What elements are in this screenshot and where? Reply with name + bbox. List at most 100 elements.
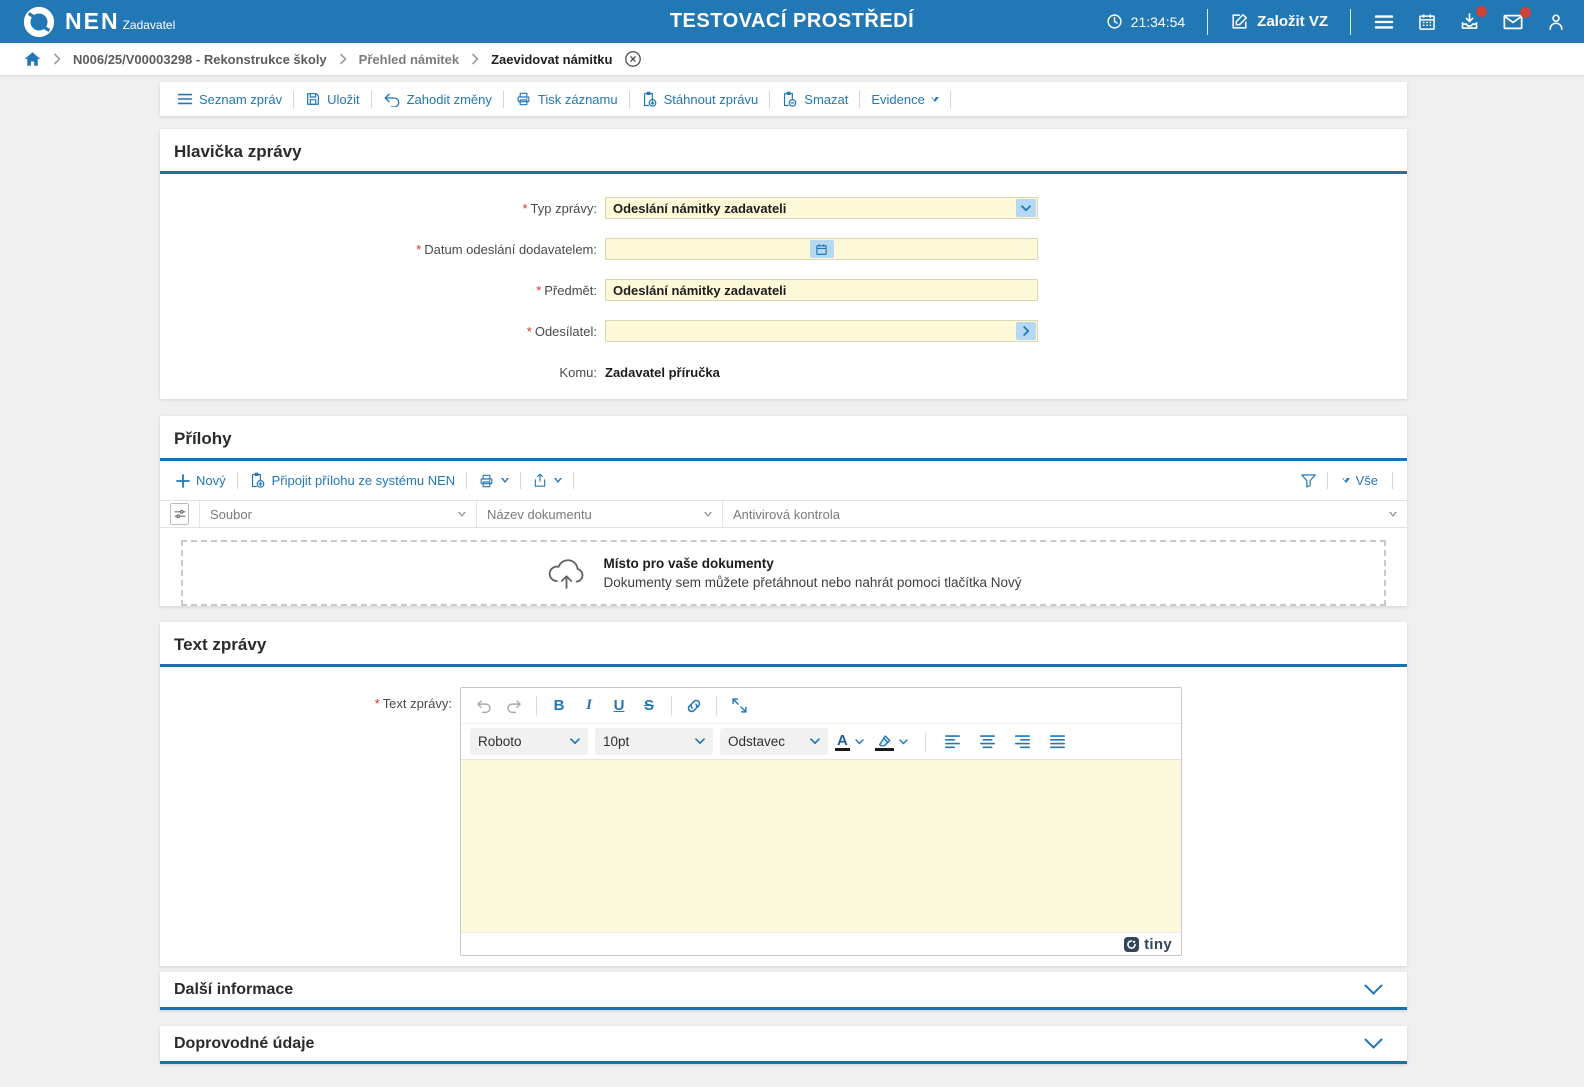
- align-left-icon[interactable]: [939, 728, 967, 756]
- delete-label: Smazat: [804, 92, 848, 107]
- user-profile-button[interactable]: [1546, 12, 1566, 32]
- file-dropzone[interactable]: Místo pro vaše dokumenty Dokumenty sem m…: [181, 540, 1386, 606]
- home-icon[interactable]: [24, 51, 41, 67]
- dropdown-triangle-icon: [501, 478, 509, 483]
- column-header-soubor[interactable]: Soubor: [200, 501, 477, 527]
- editor-toolbar-row1: B I U S: [461, 688, 1181, 724]
- delete-button[interactable]: Smazat: [770, 91, 859, 108]
- document-download-icon: [641, 91, 658, 108]
- highlight-color-chevron-icon[interactable]: [896, 728, 912, 756]
- typ-zpravy-select[interactable]: Odeslání námitky zadavateli: [605, 197, 1038, 219]
- edit-icon: [1230, 12, 1249, 31]
- chevron-down-icon: [1364, 984, 1383, 996]
- column-header-nazev-dokumentu[interactable]: Název dokumentu: [477, 501, 723, 527]
- fullscreen-icon[interactable]: [725, 692, 753, 720]
- breadcrumb-item-overview[interactable]: Přehled námitek: [359, 52, 459, 67]
- font-family-select[interactable]: Roboto: [470, 728, 588, 755]
- section-title: Hlavička zprávy: [160, 129, 1407, 171]
- print-attachments-button[interactable]: [467, 473, 520, 489]
- required-marker: *: [375, 696, 380, 711]
- breadcrumb-item-contract[interactable]: N006/25/V00003298 - Rekonstrukce školy: [73, 52, 327, 67]
- dropdown-triangle-icon: [931, 97, 939, 102]
- chevron-down-icon[interactable]: [1016, 199, 1036, 217]
- notification-badge: [1476, 6, 1487, 17]
- message-list-button[interactable]: Seznam zpráv: [166, 92, 293, 107]
- separator: [671, 696, 672, 716]
- tiny-logo-icon[interactable]: [1124, 937, 1139, 952]
- predmet-input[interactable]: Odeslání námitky zadavateli: [605, 279, 1038, 301]
- typ-zpravy-value: Odeslání námitky zadavateli: [606, 201, 786, 216]
- print-record-label: Tisk záznamu: [538, 92, 618, 107]
- download-message-button[interactable]: Stáhnout zprávu: [630, 91, 770, 108]
- create-vz-button[interactable]: Založit VZ: [1230, 12, 1328, 31]
- save-icon: [305, 91, 321, 107]
- save-button[interactable]: Uložit: [294, 91, 371, 107]
- odesilatel-input[interactable]: [605, 320, 1038, 342]
- notification-badge: [1520, 7, 1531, 18]
- dropzone-title: Místo pro vaše dokumenty: [604, 556, 1022, 571]
- filter-icon[interactable]: [458, 512, 466, 517]
- filter-funnel-icon[interactable]: [1300, 473, 1317, 489]
- discard-changes-button[interactable]: Zahodit změny: [372, 92, 503, 107]
- separator: [1207, 9, 1208, 35]
- bold-button[interactable]: B: [545, 692, 573, 720]
- underline-button[interactable]: U: [605, 692, 633, 720]
- dropdown-triangle-icon: [554, 478, 562, 483]
- document-delete-icon: [781, 91, 798, 108]
- column-settings-button[interactable]: [170, 503, 189, 525]
- undo-icon[interactable]: [470, 692, 498, 720]
- text-color-chevron-icon[interactable]: [852, 728, 868, 756]
- editor-status-bar: tiny: [461, 932, 1181, 955]
- filter-all-label: Vše: [1356, 473, 1378, 488]
- attachments-table-header: Soubor Název dokumentu Antivirová kontro…: [160, 500, 1407, 528]
- attach-from-nen-button[interactable]: Připojit přílohu ze systému NEN: [238, 472, 467, 489]
- filter-icon[interactable]: [1389, 512, 1397, 517]
- font-family-value: Roboto: [478, 734, 522, 749]
- attachments-section: Přílohy Nový Připojit přílohu ze systému…: [160, 416, 1407, 606]
- predmet-value: Odeslání námitky zadavateli: [606, 283, 786, 298]
- section-title: Další informace: [174, 981, 293, 999]
- downloads-button[interactable]: [1459, 11, 1480, 32]
- filter-icon[interactable]: [704, 512, 712, 517]
- redo-icon[interactable]: [500, 692, 528, 720]
- separator: [1392, 472, 1393, 489]
- chevron-right-picker-icon[interactable]: [1016, 322, 1036, 340]
- separator: [925, 732, 926, 752]
- editor-text-area[interactable]: [461, 760, 1181, 932]
- align-center-icon[interactable]: [974, 728, 1002, 756]
- rich-text-editor: B I U S: [460, 687, 1182, 956]
- column-header-antivirova-kontrola[interactable]: Antivirová kontrola: [723, 501, 1407, 527]
- link-icon[interactable]: [680, 692, 708, 720]
- datum-odeslani-input[interactable]: [605, 238, 1038, 260]
- message-text-section: Text zprávy *Text zprávy: B I U S: [160, 622, 1407, 966]
- highlight-color-button[interactable]: [875, 733, 894, 751]
- person-icon: [1546, 12, 1566, 32]
- calendar-button[interactable]: [1417, 12, 1437, 32]
- text-color-button[interactable]: A: [835, 733, 850, 751]
- close-tab-icon[interactable]: [624, 50, 642, 68]
- tiny-branding-label[interactable]: tiny: [1144, 936, 1172, 953]
- new-attachment-label: Nový: [196, 473, 226, 488]
- message-header-section: Hlavička zprávy *Typ zprávy: Odeslání ná…: [160, 129, 1407, 399]
- strikethrough-button[interactable]: S: [635, 692, 663, 720]
- separator: [1350, 9, 1351, 35]
- block-format-select[interactable]: Odstavec: [720, 728, 828, 755]
- export-attachments-button[interactable]: [521, 472, 573, 489]
- main-menu-button[interactable]: [1373, 13, 1395, 31]
- evidence-menu-button[interactable]: Evidence: [860, 92, 949, 107]
- section-dalsi-informace[interactable]: Další informace: [160, 972, 1407, 1010]
- print-record-button[interactable]: Tisk záznamu: [504, 91, 629, 107]
- datepicker-calendar-icon[interactable]: [810, 240, 834, 258]
- chevron-right-icon: [53, 53, 61, 65]
- field-label-predmet: *Předmět:: [160, 283, 597, 298]
- messages-button[interactable]: [1502, 12, 1524, 32]
- new-attachment-button[interactable]: Nový: [174, 473, 237, 488]
- section-doprovodne-udaje[interactable]: Doprovodné údaje: [160, 1026, 1407, 1064]
- italic-button[interactable]: I: [575, 692, 603, 720]
- attach-from-nen-label: Připojit přílohu ze systému NEN: [272, 473, 456, 488]
- filter-all-dropdown[interactable]: Vše: [1338, 473, 1382, 488]
- font-size-select[interactable]: 10pt: [595, 728, 713, 755]
- align-justify-icon[interactable]: [1044, 728, 1072, 756]
- align-right-icon[interactable]: [1009, 728, 1037, 756]
- save-label: Uložit: [327, 92, 360, 107]
